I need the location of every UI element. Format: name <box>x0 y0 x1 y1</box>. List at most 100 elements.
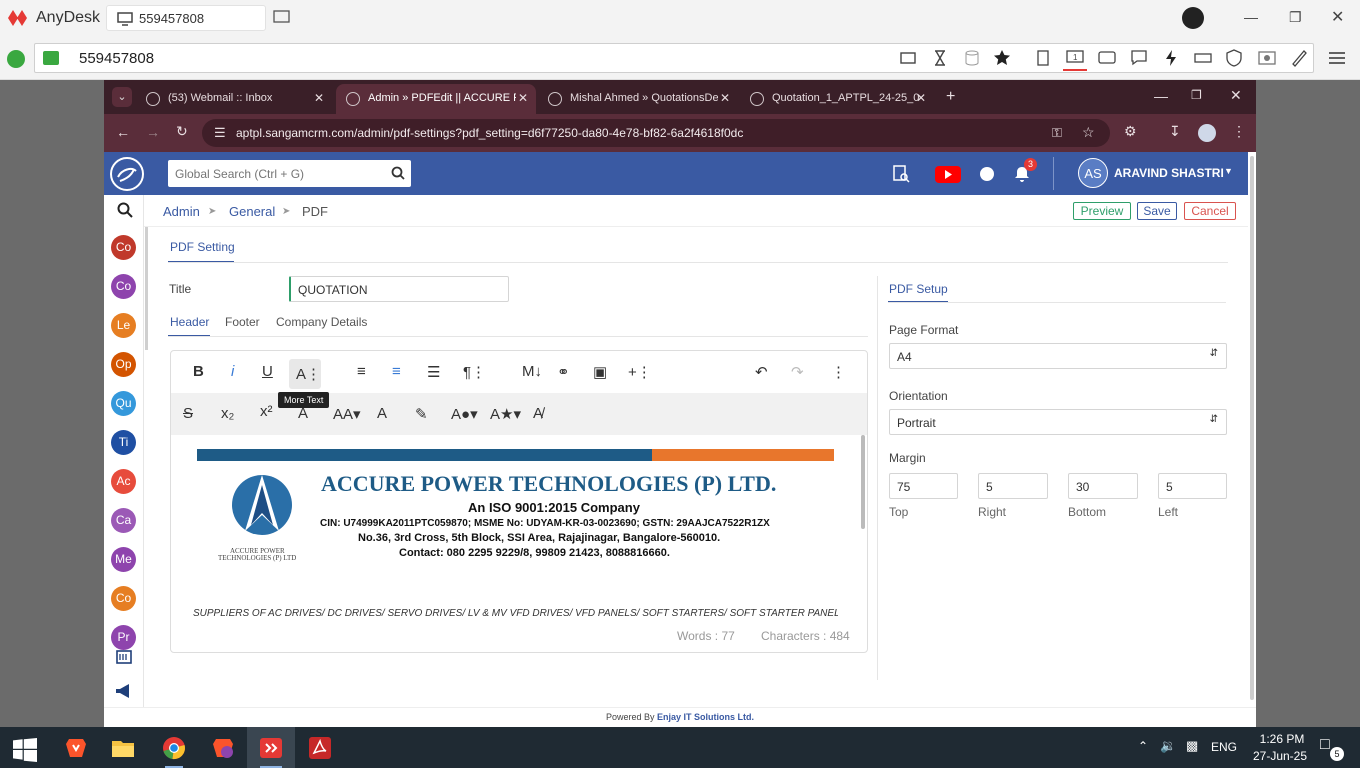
undo-button[interactable]: ↶ <box>755 363 768 381</box>
page-format-select[interactable]: A4 ⇵ <box>889 343 1227 369</box>
powered-by-company[interactable]: Enjay IT Solutions Ltd. <box>657 712 754 722</box>
document-search-icon[interactable] <box>892 165 910 183</box>
underline-button[interactable]: U <box>262 363 273 380</box>
anydesk-taskbar-icon[interactable] <box>259 736 283 760</box>
sidebar-item-co[interactable]: Co <box>111 274 136 299</box>
language-indicator[interactable]: ENG <box>1211 740 1237 754</box>
sidebar-item-co[interactable]: Co <box>111 586 136 611</box>
user-menu-caret-icon[interactable]: ▼ <box>1224 166 1233 176</box>
close-icon[interactable]: ✕ <box>1331 7 1344 27</box>
key-icon[interactable]: ⚿ <box>1052 125 1062 141</box>
align-left-button[interactable]: ≡ <box>357 363 366 380</box>
highlight-button[interactable]: ✎ <box>415 405 428 423</box>
orientation-select[interactable]: Portrait ⇵ <box>889 409 1227 435</box>
monitor-select-icon[interactable]: 1 <box>1066 49 1084 67</box>
more-options-button[interactable]: ⋮ <box>831 363 846 381</box>
sidebar-item-pr[interactable]: Pr <box>111 625 136 650</box>
strikethrough-button[interactable]: S <box>183 405 193 422</box>
redo-button[interactable]: ↷ <box>791 363 804 381</box>
browser-tab-quotations[interactable]: Mishal Ahmed » QuotationsDetails ✕ <box>538 84 738 114</box>
global-search[interactable] <box>168 160 411 187</box>
back-icon[interactable]: ← <box>116 124 130 140</box>
page-scrollbar[interactable] <box>1250 156 1254 700</box>
shield-icon[interactable] <box>1225 49 1243 67</box>
extensions-icon[interactable]: ⚙ <box>1124 123 1137 140</box>
user-name[interactable]: ARAVIND SHASTRI <box>1114 166 1224 180</box>
italic-button[interactable]: i <box>231 363 234 380</box>
brave-private-icon[interactable] <box>211 736 235 760</box>
anydesk-session-tab[interactable]: 559457808 <box>106 5 266 31</box>
sidebar-item-ti[interactable]: Ti <box>111 430 136 455</box>
tab-close-icon[interactable]: ✕ <box>916 91 926 105</box>
clear-format-button[interactable]: A̸ <box>533 405 543 422</box>
cancel-button[interactable]: Cancel <box>1184 202 1236 220</box>
breadcrumb-admin[interactable]: Admin <box>163 204 200 219</box>
tab-close-icon[interactable]: ✕ <box>314 91 324 105</box>
anydesk-address-input[interactable]: 559457808 <box>34 43 1314 73</box>
sidebar-item-co[interactable]: Co <box>111 235 136 260</box>
tab-pdf-setting[interactable]: PDF Setting <box>170 240 235 254</box>
more-text-button[interactable]: A⋮ <box>289 359 321 389</box>
avatar[interactable]: AS <box>1078 158 1108 188</box>
editor-scrollbar[interactable] <box>861 435 865 529</box>
chat-icon[interactable] <box>1130 49 1148 67</box>
tab-close-icon[interactable]: ✕ <box>720 91 730 105</box>
image-button[interactable]: ▣ <box>593 363 607 381</box>
forward-icon[interactable]: → <box>146 124 160 140</box>
star-icon[interactable] <box>993 49 1011 67</box>
new-session-icon[interactable] <box>273 10 291 26</box>
rich-text-editor[interactable]: B i U A⋮ ≡ ≡ ☰ ¶⋮ M↓ ⚭ ▣ +⋮ ↶ ↷ ⋮ S x₂ x… <box>170 350 868 653</box>
hourglass-icon[interactable] <box>931 49 949 67</box>
inline-class-button[interactable]: A●▾ <box>451 405 478 423</box>
minimize-icon[interactable]: — <box>1244 9 1258 25</box>
chrome-icon[interactable] <box>162 736 186 760</box>
tab-close-icon[interactable]: ✕ <box>518 91 528 105</box>
browser-minimize-icon[interactable]: — <box>1154 88 1168 104</box>
clock-date[interactable]: 27-Jun-25 <box>1250 749 1310 763</box>
profile-icon[interactable] <box>1198 124 1216 142</box>
app-logo[interactable] <box>110 157 144 191</box>
download-icon[interactable]: ↧ <box>1169 123 1181 140</box>
font-size-button[interactable]: AA▾ <box>333 405 361 423</box>
new-tab-icon[interactable]: + <box>946 88 955 106</box>
database-icon[interactable] <box>963 49 981 67</box>
margin-bottom-input[interactable]: 30 <box>1068 473 1138 499</box>
youtube-icon[interactable] <box>935 166 961 183</box>
window-icon[interactable] <box>1098 49 1116 67</box>
margin-right-input[interactable]: 5 <box>978 473 1048 499</box>
margin-top-input[interactable]: 75 <box>889 473 958 499</box>
link-button[interactable]: ⚭ <box>557 363 570 381</box>
tab-header[interactable]: Header <box>170 315 209 329</box>
megaphone-icon[interactable] <box>115 683 133 699</box>
ordered-list-button[interactable]: ☰ <box>427 363 440 381</box>
paragraph-format-button[interactable]: ¶⋮ <box>463 363 486 381</box>
sidebar-item-ac[interactable]: Ac <box>111 469 136 494</box>
tab-pdf-setup[interactable]: PDF Setup <box>889 282 948 296</box>
browser-restore-icon[interactable]: ❐ <box>1191 88 1202 102</box>
globe-icon[interactable] <box>980 167 994 181</box>
browser-tab-pdfedit[interactable]: Admin » PDFEdit || ACCURE POWER ✕ <box>336 84 536 114</box>
bold-button[interactable]: B <box>193 363 204 380</box>
record-icon[interactable] <box>1258 49 1276 67</box>
acrobat-icon[interactable] <box>308 736 332 760</box>
sidebar-search-icon[interactable] <box>117 202 133 218</box>
tray-expand-icon[interactable]: ⌃ <box>1138 739 1148 753</box>
breadcrumb-general[interactable]: General <box>229 204 275 219</box>
keyboard-icon[interactable] <box>1194 49 1212 67</box>
file-explorer-icon[interactable] <box>111 736 135 760</box>
search-icon[interactable] <box>391 166 405 180</box>
align-center-button[interactable]: ≡ <box>392 363 401 380</box>
tab-footer[interactable]: Footer <box>225 315 260 329</box>
browser-menu-icon[interactable]: ⋮ <box>1232 123 1246 140</box>
text-color-button[interactable]: A <box>377 405 387 422</box>
network-icon[interactable]: ▩ <box>1186 738 1198 754</box>
url-bar[interactable]: ☰ aptpl.sangamcrm.com/admin/pdf-settings… <box>202 119 1110 147</box>
windows-start-icon[interactable] <box>13 738 37 762</box>
lightning-icon[interactable] <box>1162 49 1180 67</box>
volume-icon[interactable]: 🔉 <box>1160 738 1176 754</box>
tab-search-icon[interactable]: ⌄ <box>112 87 132 107</box>
sidebar-item-le[interactable]: Le <box>111 313 136 338</box>
markdown-button[interactable]: M↓ <box>522 363 542 380</box>
margin-left-input[interactable]: 5 <box>1158 473 1227 499</box>
sidebar-item-op[interactable]: Op <box>111 352 136 377</box>
